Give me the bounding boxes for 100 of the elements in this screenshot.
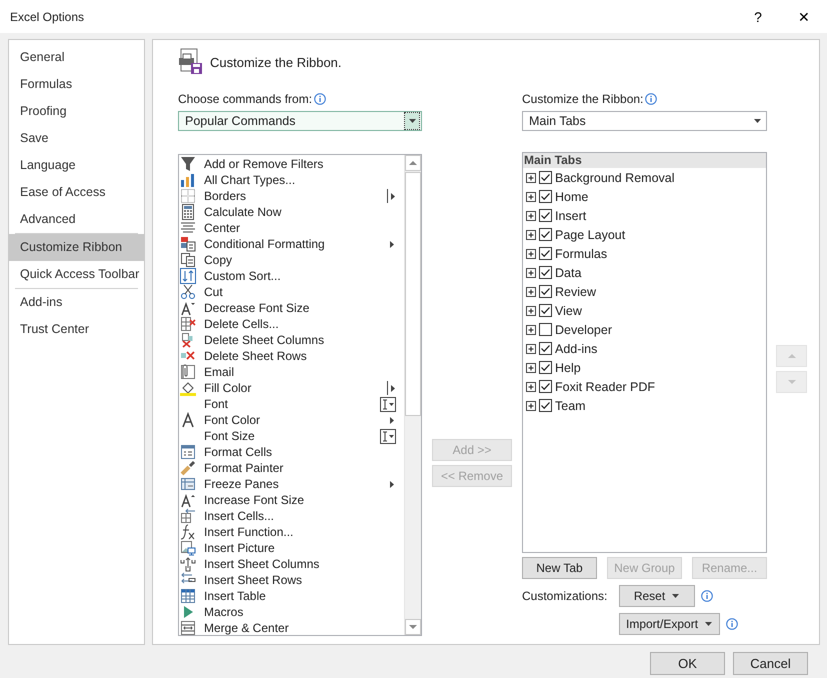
command-icon — [180, 540, 196, 556]
field-label: Customize the Ribbon: — [522, 92, 644, 106]
command-item[interactable]: Font Size — [204, 429, 380, 443]
command-icon — [180, 268, 196, 284]
command-item[interactable]: Delete Cells... — [204, 317, 404, 331]
command-icon — [180, 444, 196, 460]
command-icon — [180, 252, 196, 268]
command-icon — [180, 476, 196, 492]
checkbox[interactable] — [539, 247, 552, 260]
command-item[interactable]: Increase Font Size — [204, 493, 404, 507]
command-item[interactable]: Format Painter — [204, 461, 404, 475]
command-item[interactable]: Insert Table — [204, 589, 404, 603]
checkbox[interactable] — [539, 171, 552, 184]
checkbox[interactable] — [539, 399, 552, 412]
cancel-button[interactable]: Cancel — [733, 652, 808, 675]
close-button[interactable]: ✕ — [781, 8, 827, 24]
ok-button[interactable]: OK — [650, 652, 725, 675]
tab-item[interactable]: Help — [555, 360, 581, 374]
command-item[interactable]: Font Color — [204, 413, 388, 427]
command-item[interactable]: Custom Sort... — [204, 269, 404, 283]
up-arrow-icon — [788, 353, 796, 359]
checkbox[interactable] — [539, 285, 552, 298]
sidebar-item[interactable]: Formulas — [9, 71, 144, 98]
command-item[interactable]: Add or Remove Filters — [204, 157, 404, 171]
command-item[interactable]: Insert Sheet Rows — [204, 573, 404, 587]
expand-icon — [526, 248, 536, 258]
sidebar-item[interactable]: Quick Access Toolbar — [9, 261, 144, 288]
tab-item[interactable]: Home — [555, 190, 588, 204]
dropdown-arrow-icon — [704, 621, 714, 627]
scroll-up-icon — [409, 160, 417, 166]
command-item[interactable]: Delete Sheet Columns — [204, 333, 404, 347]
command-item[interactable]: Decrease Font Size — [204, 301, 404, 315]
checkbox[interactable] — [539, 266, 552, 279]
command-item[interactable]: All Chart Types... — [204, 173, 404, 187]
command-item[interactable]: Calculate Now — [204, 205, 404, 219]
command-icon — [180, 412, 196, 428]
command-item[interactable]: Format Cells — [204, 445, 404, 459]
sidebar-item[interactable]: Advanced — [9, 206, 144, 233]
tab-item[interactable]: Add-ins — [555, 342, 598, 356]
expand-icon — [526, 172, 536, 182]
command-item[interactable]: Macros — [204, 605, 404, 619]
submenu-arrow-icon — [388, 238, 396, 250]
scrollbar[interactable] — [404, 155, 421, 635]
command-item[interactable]: Insert Picture — [204, 541, 404, 555]
split-arrow-icon — [387, 189, 396, 203]
checkbox[interactable] — [539, 228, 552, 241]
command-item[interactable]: Borders — [204, 189, 387, 203]
command-icon — [180, 380, 196, 396]
command-item[interactable]: Insert Cells... — [204, 509, 404, 523]
tab-item[interactable]: Data — [555, 266, 582, 280]
sidebar-item[interactable]: Trust Center — [9, 316, 144, 343]
tab-item[interactable]: Formulas — [555, 246, 608, 260]
command-item[interactable]: Cut — [204, 285, 404, 299]
new-tab-button[interactable]: New Tab — [522, 557, 597, 579]
command-item[interactable]: Email — [204, 365, 404, 379]
ribbon-dropdown[interactable]: Main Tabs — [522, 111, 767, 131]
tab-item[interactable]: Page Layout — [555, 228, 626, 242]
tab-item[interactable]: Insert — [555, 208, 586, 222]
tab-item[interactable]: Foxit Reader PDF — [555, 380, 656, 394]
checkbox[interactable] — [539, 323, 552, 336]
checkbox[interactable] — [539, 342, 552, 355]
command-item[interactable]: Conditional Formatting — [204, 237, 388, 251]
command-item[interactable]: Freeze Panes — [204, 477, 388, 491]
command-item[interactable]: Copy — [204, 253, 404, 267]
command-item[interactable]: Delete Sheet Rows — [204, 349, 404, 363]
import-export-button[interactable]: Import/Export — [619, 613, 720, 635]
commands-dropdown[interactable]: Popular Commands — [178, 111, 422, 131]
command-item[interactable]: Font — [204, 397, 380, 411]
sidebar-item[interactable]: Customize Ribbon — [9, 234, 144, 261]
dropdown-arrow-icon — [408, 118, 416, 124]
command-item[interactable]: Insert Function... — [204, 525, 404, 539]
command-item[interactable]: Merge & Center — [204, 621, 404, 635]
command-item[interactable]: Insert Sheet Columns — [204, 557, 404, 571]
sidebar-item[interactable]: General — [9, 44, 144, 71]
sidebar-item[interactable]: Proofing — [9, 98, 144, 125]
checkbox[interactable] — [539, 361, 552, 374]
ribbon-options-icon — [178, 48, 204, 76]
dropdown-value: Main Tabs — [529, 114, 586, 128]
checkbox[interactable] — [539, 190, 552, 203]
expand-icon — [526, 268, 536, 278]
checkbox[interactable] — [539, 380, 552, 393]
sidebar-item[interactable]: Save — [9, 125, 144, 152]
tab-item[interactable]: View — [555, 304, 582, 318]
tab-item[interactable]: Developer — [555, 322, 612, 336]
text-box-dropdown-icon — [380, 428, 396, 444]
command-icon — [180, 236, 196, 252]
tab-item[interactable]: Team — [555, 398, 586, 412]
command-icon — [180, 364, 196, 380]
tab-item[interactable]: Review — [555, 284, 596, 298]
expand-icon — [526, 210, 536, 220]
reset-button[interactable]: Reset — [619, 585, 695, 607]
checkbox[interactable] — [539, 304, 552, 317]
sidebar-item[interactable]: Add-ins — [9, 289, 144, 316]
command-item[interactable]: Fill Color — [204, 381, 387, 395]
tab-item[interactable]: Background Removal — [555, 170, 675, 184]
checkbox[interactable] — [539, 209, 552, 222]
command-item[interactable]: Center — [204, 221, 404, 235]
help-button[interactable]: ? — [735, 8, 781, 24]
sidebar-item[interactable]: Language — [9, 152, 144, 179]
sidebar-item[interactable]: Ease of Access — [9, 179, 144, 206]
